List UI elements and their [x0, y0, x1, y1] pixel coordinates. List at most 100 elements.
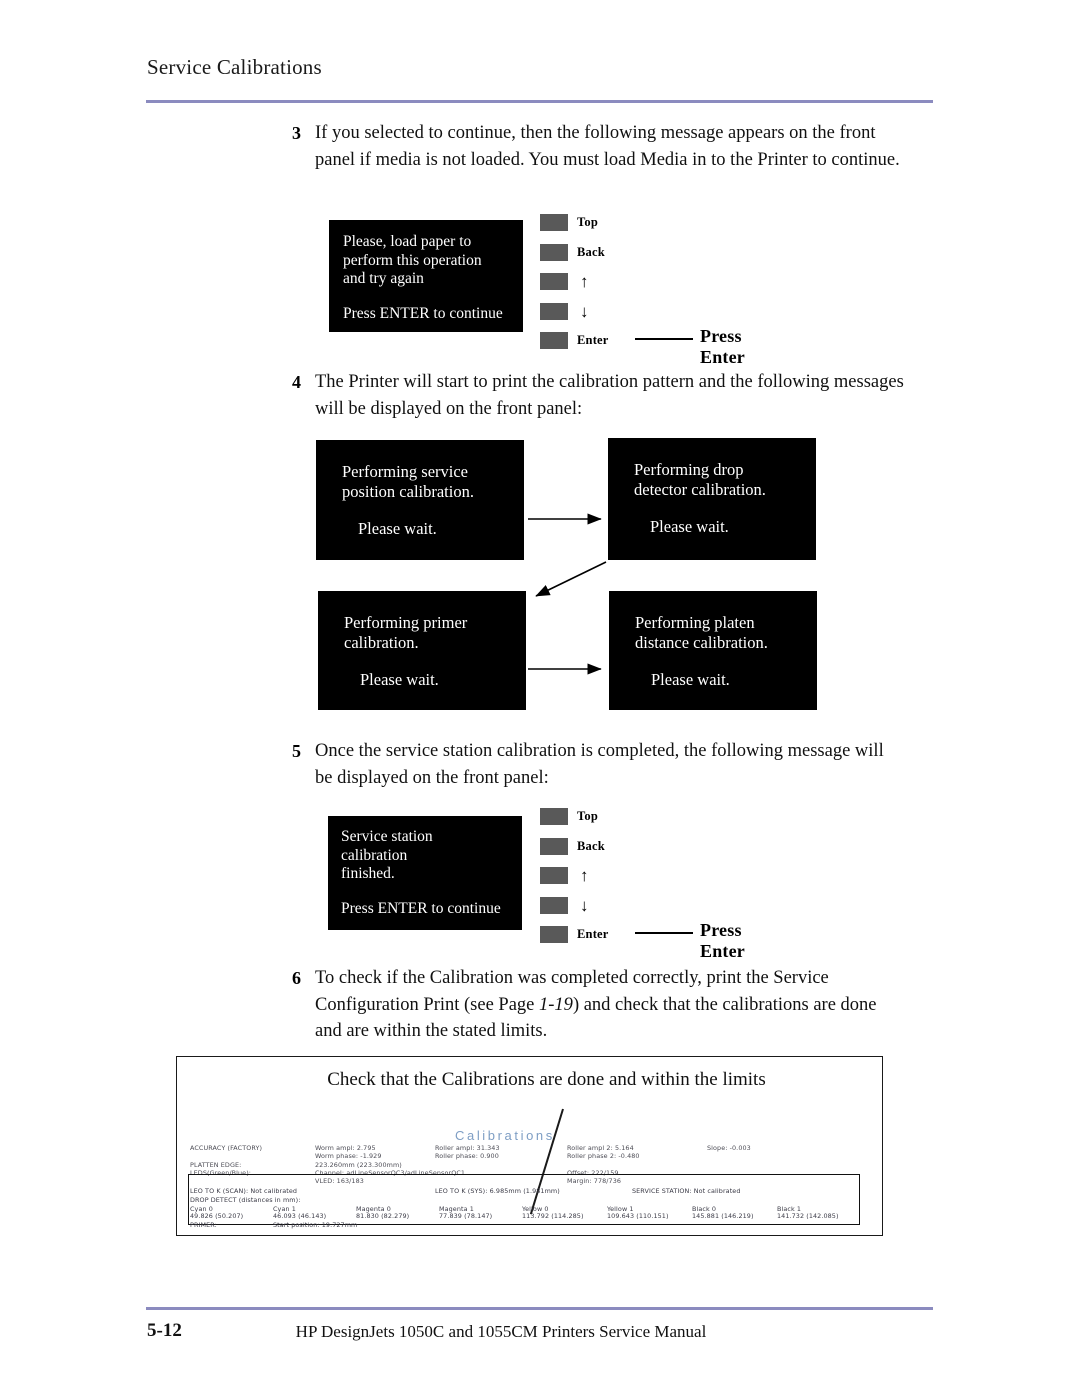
lcd-panel-drop-detector: Performing drop detector calibration. Pl…	[608, 438, 816, 560]
step-4-text: The Printer will start to print the cali…	[315, 372, 904, 419]
printout-dd-value: 113.792 (114.285)	[522, 1212, 584, 1220]
printout-dd-value: 145.881 (146.219)	[692, 1212, 754, 1220]
step-4: 4 The Printer will start to print the ca…	[292, 369, 912, 422]
key-label: Top	[577, 215, 598, 230]
step-4-number: 4	[292, 372, 301, 392]
printout-dd-value: 109.643 (110.151)	[607, 1212, 669, 1220]
key-button-icon[interactable]	[540, 926, 568, 944]
front-panel-key-down[interactable]: ↓	[540, 297, 609, 327]
lcd-line: calibration	[341, 846, 408, 864]
printout-cell: SERVICE STATION: Not calibrated	[632, 1187, 741, 1195]
step-3: 3 If you selected to continue, then the …	[292, 120, 912, 173]
printout-cell: Roller phase: 0.900	[435, 1152, 499, 1160]
lcd-blank-line	[344, 653, 526, 670]
lcd-line: Performing drop	[634, 460, 744, 479]
page-section-title: Service Calibrations	[147, 55, 322, 79]
key-button-icon[interactable]	[540, 273, 568, 291]
lcd-line-please-wait: Please wait.	[360, 670, 439, 689]
front-panel-key-back[interactable]: Back	[540, 832, 609, 862]
front-panel-key-back[interactable]: Back	[540, 238, 609, 268]
step-6-number: 6	[292, 968, 301, 988]
front-panel-key-enter[interactable]: Enter	[540, 326, 609, 356]
front-panel-key-up[interactable]: ↑	[540, 267, 609, 297]
lcd-panel-media-prompt: Please, load paper to perform this opera…	[329, 220, 523, 332]
lcd-line: detector calibration.	[634, 480, 766, 499]
printout-cell: LEO TO K (SYS): 6.985mm (1.981mm)	[435, 1187, 560, 1195]
key-button-icon[interactable]	[540, 837, 568, 855]
key-button-icon[interactable]	[540, 896, 568, 914]
lcd-line: finished.	[341, 865, 395, 882]
key-button-icon[interactable]	[540, 302, 568, 320]
key-button-icon[interactable]	[540, 243, 568, 261]
printout-calibrations-title: Calibrations	[455, 1128, 555, 1143]
printout-cell: Start position: 19.727mm	[273, 1221, 358, 1229]
printout-cell: PRIMER:	[190, 1221, 217, 1229]
front-panel-key-enter[interactable]: Enter	[540, 920, 609, 950]
printout-dd-value: 141.732 (142.085)	[777, 1212, 839, 1220]
lcd-line: calibration.	[344, 633, 419, 652]
lcd-line-press-enter: Press ENTER to continue	[341, 899, 501, 917]
printout-cell: DROP DETECT (distances in mm):	[190, 1196, 301, 1204]
lcd-line-please-wait: Please wait.	[358, 519, 437, 538]
step-5: 5 Once the service station calibration i…	[292, 738, 892, 791]
key-button-icon[interactable]	[540, 867, 568, 885]
lcd-panel-service-position: Performing service position calibration.…	[316, 440, 524, 560]
step-3-text: If you selected to continue, then the fo…	[315, 123, 900, 170]
lcd-line-please-wait: Please wait.	[650, 517, 729, 536]
lcd-panel-calibration-finished: Service station calibration finished. Pr…	[328, 816, 522, 930]
key-button-icon[interactable]	[540, 214, 568, 232]
front-panel-key-column-2: Top Back ↑ ↓ Enter Press Enter	[540, 802, 745, 961]
service-configuration-printout-figure: Check that the Calibrations are done and…	[176, 1056, 883, 1236]
front-panel-key-down[interactable]: ↓	[540, 891, 609, 921]
front-panel-key-column-1: Top Back ↑ ↓ Enter Press Enter	[540, 208, 745, 367]
lcd-blank-line	[635, 653, 817, 670]
callout-press-enter: Press Enter	[700, 920, 745, 961]
callout-leader-line	[635, 932, 693, 934]
arrow-down-icon: ↓	[580, 301, 589, 321]
printout-cell: Slope: -0.003	[707, 1144, 751, 1152]
step-6: 6 To check if the Calibration was comple…	[292, 965, 892, 1045]
lcd-line: and try again	[343, 270, 424, 287]
printout-dd-value: 81.830 (82.279)	[356, 1212, 410, 1220]
step-5-text: Once the service station calibration is …	[315, 741, 884, 788]
front-panel-key-top[interactable]: Top	[540, 802, 609, 832]
footer-divider-rule	[146, 1307, 933, 1310]
printout-dd-value: 77.839 (78.147)	[439, 1212, 493, 1220]
key-label: Top	[577, 809, 598, 824]
printout-dd-value: 49.826 (50.207)	[190, 1212, 244, 1220]
key-label: Enter	[577, 927, 609, 942]
lcd-line: Please, load paper to	[343, 233, 472, 250]
arrow-down-icon: ↓	[580, 895, 589, 915]
callout-press-enter: Press Enter	[700, 326, 745, 367]
step-6-text: To check if the Calibration was complete…	[315, 965, 892, 1045]
printout-cell: LEO TO K (SCAN): Not calibrated	[190, 1187, 298, 1195]
lcd-panel-platen-distance: Performing platen distance calibration. …	[609, 591, 817, 710]
lcd-line: distance calibration.	[635, 633, 768, 652]
printout-caption: Check that the Calibrations are done and…	[327, 1069, 766, 1090]
key-label: Back	[577, 838, 605, 853]
callout-leader-line	[635, 338, 693, 340]
step-5-number: 5	[292, 741, 301, 761]
printout-dd-value: 46.093 (46.143)	[273, 1212, 327, 1220]
printout-cell: ACCURACY (FACTORY)	[190, 1144, 263, 1152]
lcd-line: Service station	[341, 828, 433, 845]
lcd-line: Performing service	[342, 462, 468, 481]
lcd-line: Performing primer	[344, 613, 468, 632]
footer-manual-title: HP DesignJets 1050C and 1055CM Printers …	[295, 1322, 707, 1341]
arrow-up-icon: ↑	[580, 866, 589, 886]
lcd-blank-line	[634, 500, 816, 517]
step-3-number: 3	[292, 123, 301, 143]
front-panel-key-top[interactable]: Top	[540, 208, 609, 238]
header-divider-rule	[146, 100, 933, 103]
lcd-blank-line	[342, 502, 524, 519]
front-panel-key-up[interactable]: ↑	[540, 861, 609, 891]
printout-cell: Roller phase 2: -0.480	[567, 1152, 640, 1160]
step-6-page-reference: 1-19	[539, 994, 573, 1015]
lcd-line: Performing platen	[635, 613, 755, 632]
lcd-line-please-wait: Please wait.	[651, 670, 730, 689]
key-button-icon[interactable]	[540, 332, 568, 350]
key-button-icon[interactable]	[540, 808, 568, 826]
lcd-line-press-enter: Press ENTER to continue	[343, 304, 503, 322]
key-label: Back	[577, 244, 605, 259]
lcd-line: position calibration.	[342, 482, 474, 501]
